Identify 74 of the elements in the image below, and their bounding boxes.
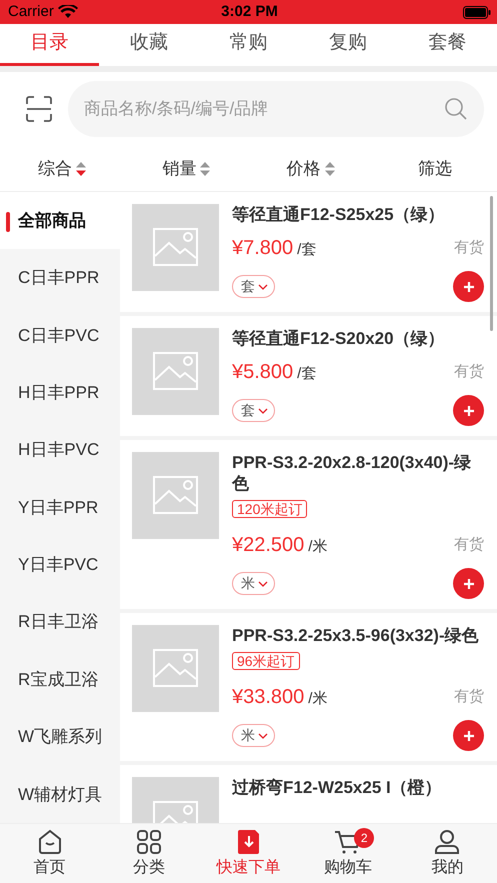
tab[interactable]: 目录 [0,24,100,66]
min-order-tag: 120米起订 [232,500,308,518]
unit-selector[interactable]: 套 [232,399,275,422]
stock-status: 有货 [454,686,484,707]
nav-tab[interactable]: 首页 [0,824,100,883]
plus-icon [462,404,474,416]
nav-tab[interactable]: 我的 [398,824,497,883]
user-icon [433,828,462,856]
nav-tab[interactable]: 分类 [99,824,199,883]
wifi-icon [58,5,78,19]
category-item[interactable]: 全部商品 [0,192,120,250]
price-unit: /套 [297,240,316,260]
chevron-down-icon [258,580,268,586]
plus-icon [462,730,474,742]
nav-tab[interactable]: 快速下单 [198,824,298,883]
tab[interactable]: 收藏 [99,24,199,66]
grid-icon [135,828,164,856]
price-unit: /套 [297,364,316,384]
category-item[interactable]: Y日丰PVC [0,536,120,594]
product-name[interactable]: PPR-S3.2-20x2.8-120(3x40)-绿色 [232,452,484,494]
status-time: 3:02 PM [221,2,278,22]
chevron-down-icon [258,408,268,414]
unit-selector[interactable]: 米 [232,724,275,747]
product-name[interactable]: 过桥弯F12-W25x25 I（橙） [232,777,484,798]
battery-icon [463,6,492,18]
nav-tab[interactable]: 购物车 2 [298,824,398,883]
tab[interactable]: 复购 [298,24,398,66]
category-item[interactable]: Y日丰PPR [0,478,120,536]
stock-status: 有货 [454,362,484,382]
plus-icon [462,578,474,590]
carrier-name: Carrier [8,2,54,22]
category-item[interactable]: R日丰卫浴 [0,594,120,651]
product-price: ¥7.800 [232,236,294,261]
tab[interactable]: 常购 [198,24,298,66]
image-placeholder-icon [132,204,219,291]
unit-selector[interactable]: 套 [232,275,275,298]
chevron-down-icon [258,284,268,290]
chevron-down-icon [258,732,268,738]
plus-icon [462,280,474,292]
image-placeholder-icon [132,452,219,539]
category-item[interactable]: W飞雕系列 [0,708,120,766]
category-item[interactable]: H日丰PPR [0,364,120,422]
price-unit: /米 [308,689,328,709]
product-price: ¥33.800 [232,685,304,710]
add-button[interactable] [453,720,484,751]
stock-status: 有货 [454,534,484,555]
product-price: ¥5.800 [232,360,294,385]
category-item[interactable]: W辅材灯具 [0,766,120,823]
sort-option[interactable]: 筛选 [372,146,497,191]
min-order-tag: 96米起订 [232,652,300,670]
sort-option[interactable]: 销量 [124,146,248,191]
price-unit: /米 [308,537,328,557]
add-button[interactable] [453,395,484,426]
category-item[interactable]: H日丰PVC [0,421,120,479]
product-price: ¥22.500 [232,533,304,558]
stock-status: 有货 [454,238,484,258]
image-placeholder-icon [132,625,219,712]
category-item[interactable]: C日丰PVC [0,306,120,364]
category-item[interactable]: C日丰PPR [0,249,120,307]
product-name[interactable]: PPR-S3.2-25x3.5-96(3x32)-绿色 [232,625,484,646]
scan-icon[interactable] [26,96,52,122]
sort-option[interactable]: 价格 [248,146,373,191]
image-placeholder-icon [132,328,219,415]
search-field[interactable]: 商品名称/条码/编号/品牌 [68,81,484,137]
product-name[interactable]: 等径直通F12-S25x25（绿） [232,204,484,225]
tab[interactable]: 套餐 [398,24,497,66]
category-item[interactable]: R宝成卫浴 [0,650,120,708]
cart-badge: 2 [354,828,374,848]
unit-selector[interactable]: 米 [232,572,275,595]
add-button[interactable] [453,271,484,302]
sort-option[interactable]: 综合 [0,146,124,191]
product-name[interactable]: 等径直通F12-S20x20（绿） [232,328,484,349]
add-button[interactable] [453,568,484,599]
search-icon[interactable] [444,97,468,121]
